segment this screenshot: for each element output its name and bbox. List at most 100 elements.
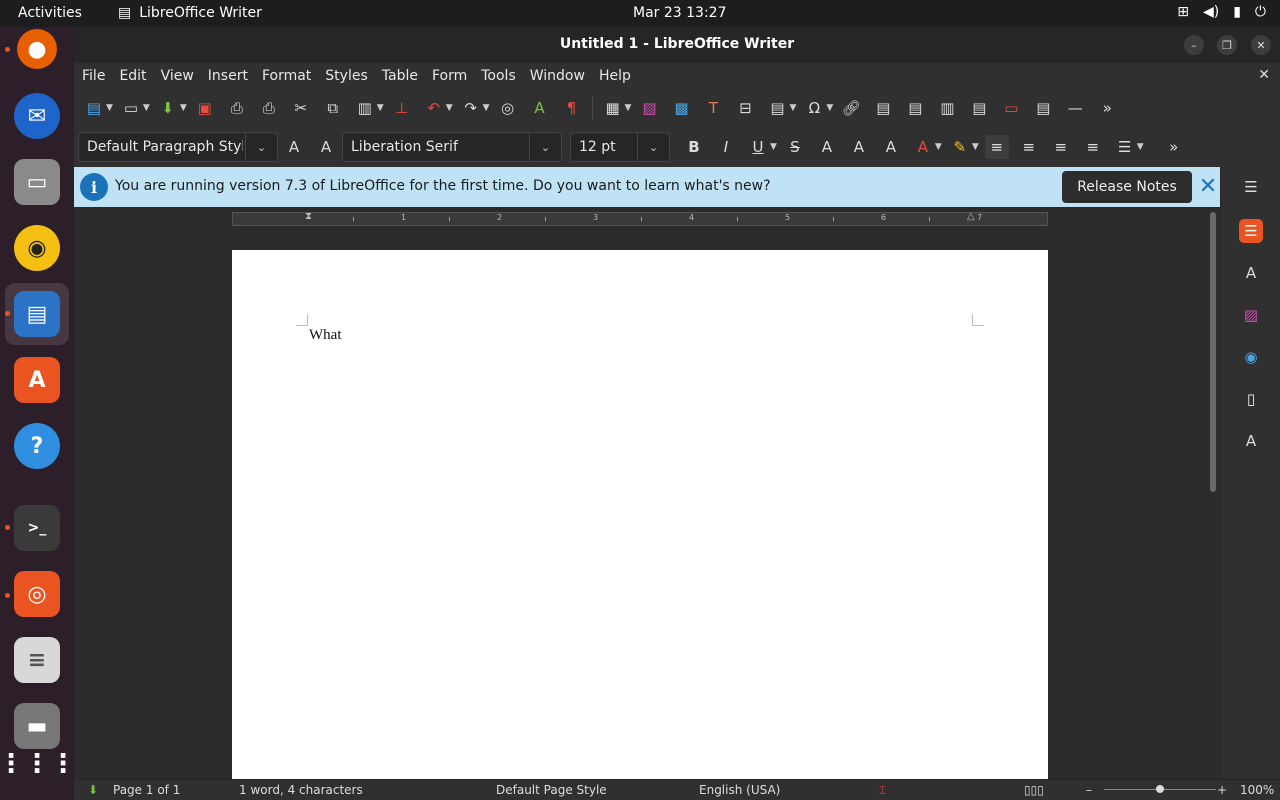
show-apps-icon[interactable]: ⋮⋮⋮ — [0, 741, 76, 787]
view-layout-icon[interactable]: ▯▯▯ — [1024, 783, 1044, 797]
firefox-icon[interactable]: ● — [17, 29, 57, 69]
undo-icon[interactable]: ↶ — [422, 96, 446, 120]
print-icon[interactable]: ⎙ — [225, 96, 249, 120]
spelling-icon[interactable]: A — [528, 96, 552, 120]
chevron-down-icon[interactable]: ▼ — [446, 103, 453, 113]
open-folder-icon[interactable]: ▭ — [119, 96, 143, 120]
justify-icon[interactable]: ≡ — [1081, 135, 1105, 159]
horizontal-ruler[interactable]: 1 2 3 4 5 6 7 ⧗ △ — [232, 211, 1048, 226]
activities-button[interactable]: Activities — [18, 5, 82, 21]
page-icon[interactable]: ▯ — [1239, 387, 1263, 411]
font-size-select[interactable]: 12 pt ⌄ — [570, 132, 670, 162]
endnote-icon[interactable]: ▤ — [903, 96, 927, 120]
cut-icon[interactable]: ✂ — [289, 96, 313, 120]
page-count[interactable]: Page 1 of 1 — [113, 783, 180, 797]
style-inspector-icon[interactable]: A — [1239, 429, 1263, 453]
zoom-in-icon[interactable]: + — [1217, 783, 1227, 797]
new-style-icon[interactable]: A — [314, 135, 338, 159]
align-left-icon[interactable]: ≡ — [984, 135, 1009, 159]
save-status-icon[interactable]: ⬇ — [88, 783, 98, 797]
save-icon[interactable]: ⬇ — [156, 96, 180, 120]
chevron-down-icon[interactable]: ▼ — [106, 103, 113, 113]
highlight-icon[interactable]: ✎ — [948, 135, 972, 159]
zoom-out-icon[interactable]: – — [1086, 783, 1092, 797]
chevron-down-icon[interactable]: ▼ — [789, 103, 796, 113]
export-pdf-icon[interactable]: ▣ — [193, 96, 217, 120]
right-indent-marker[interactable]: △ — [967, 211, 975, 222]
redo-icon[interactable]: ↷ — [459, 96, 483, 120]
volume-icon[interactable]: ◀) — [1203, 4, 1219, 20]
chevron-down-icon[interactable]: ▼ — [1137, 142, 1144, 152]
text-editor-icon[interactable]: ≡ — [14, 637, 60, 683]
more-options-icon[interactable]: » — [1162, 135, 1186, 159]
terminal-icon[interactable]: >_ — [14, 505, 60, 551]
font-name-select[interactable]: Liberation Serif ⌄ — [342, 132, 562, 162]
insert-chart-icon[interactable]: ▩ — [669, 96, 693, 120]
menu-edit[interactable]: Edit — [119, 68, 146, 84]
horizontal-line-icon[interactable]: — — [1063, 96, 1087, 120]
clock[interactable]: Mar 23 13:27 — [633, 5, 726, 21]
footnote-icon[interactable]: ▤ — [871, 96, 895, 120]
word-count[interactable]: 1 word, 4 characters — [239, 783, 363, 797]
document-page[interactable]: What — [232, 250, 1048, 779]
chevron-down-icon[interactable]: ▼ — [770, 142, 777, 152]
page-style-label[interactable]: Default Page Style — [496, 783, 607, 797]
insert-image-icon[interactable]: ▨ — [637, 96, 661, 120]
thunderbird-icon[interactable]: ✉ — [14, 93, 60, 139]
gallery-icon[interactable]: ▨ — [1239, 303, 1263, 327]
insert-table-icon[interactable]: ▦ — [601, 96, 625, 120]
underline-icon[interactable]: U — [746, 135, 770, 159]
menu-form[interactable]: Form — [432, 68, 467, 84]
battery-icon[interactable]: ▮ — [1233, 4, 1241, 20]
app-center-icon[interactable]: A — [14, 357, 60, 403]
system-tray[interactable]: ⊞ ◀) ▮ ⏻ — [1177, 4, 1266, 20]
vertical-scrollbar[interactable] — [1210, 212, 1216, 492]
chevron-down-icon[interactable]: ▼ — [826, 103, 833, 113]
release-notes-button[interactable]: Release Notes — [1062, 171, 1192, 203]
close-icon[interactable]: ✕ — [1196, 174, 1220, 199]
menu-insert[interactable]: Insert — [208, 68, 248, 84]
chevron-down-icon[interactable]: ▼ — [143, 103, 150, 113]
hyperlink-icon[interactable]: 🔗︎ — [839, 96, 863, 120]
chevron-down-icon[interactable]: ⌄ — [529, 133, 561, 161]
menu-view[interactable]: View — [161, 68, 194, 84]
formatting-marks-icon[interactable]: ¶ — [560, 96, 584, 120]
chevron-down-icon[interactable]: ▼ — [625, 103, 632, 113]
special-character-icon[interactable]: Ω — [802, 96, 826, 120]
strikethrough-icon[interactable]: S — [783, 135, 807, 159]
zoom-slider-handle[interactable] — [1156, 785, 1164, 793]
align-center-icon[interactable]: ≡ — [1017, 135, 1041, 159]
clear-formatting-icon[interactable]: A — [879, 135, 903, 159]
list-icon[interactable]: ☰ — [1113, 135, 1137, 159]
ubuntu-icon[interactable]: ◎ — [14, 571, 60, 617]
clone-formatting-icon[interactable]: ⊥ — [390, 96, 414, 120]
sidebar-menu-icon[interactable]: ☰ — [1239, 175, 1263, 199]
left-indent-marker[interactable]: ⧗ — [305, 211, 312, 222]
new-document-icon[interactable]: ▤ — [82, 96, 106, 120]
subscript-icon[interactable]: A — [847, 135, 871, 159]
help-icon[interactable]: ? — [14, 423, 60, 469]
update-style-icon[interactable]: A — [282, 135, 306, 159]
document-area[interactable]: 1 2 3 4 5 6 7 ⧗ △ What — [74, 207, 1220, 779]
power-icon[interactable]: ⏻ — [1255, 4, 1266, 20]
font-color-icon[interactable]: A — [911, 135, 935, 159]
insert-mode-icon[interactable]: ⌶ — [879, 783, 886, 798]
menu-help[interactable]: Help — [599, 68, 631, 84]
files-icon[interactable]: ▭ — [14, 159, 60, 205]
menu-window[interactable]: Window — [530, 68, 585, 84]
rhythmbox-icon[interactable]: ◉ — [14, 225, 60, 271]
styles-icon[interactable]: A — [1239, 261, 1263, 285]
chevron-down-icon[interactable]: ⌄ — [637, 133, 669, 161]
paragraph-style-select[interactable]: Default Paragraph Styl ⌄ — [78, 132, 278, 162]
properties-icon[interactable]: ☰ — [1239, 219, 1263, 243]
comment-icon[interactable]: ▭ — [999, 96, 1023, 120]
chevron-down-icon[interactable]: ▼ — [180, 103, 187, 113]
language-label[interactable]: English (USA) — [699, 783, 780, 797]
maximize-button[interactable]: ❐ — [1217, 35, 1237, 55]
track-changes-icon[interactable]: ▤ — [1031, 96, 1055, 120]
bookmark-icon[interactable]: ▥ — [935, 96, 959, 120]
document-text[interactable]: What — [309, 327, 341, 344]
network-icon[interactable]: ⊞ — [1177, 4, 1189, 20]
align-right-icon[interactable]: ≡ — [1049, 135, 1073, 159]
find-replace-icon[interactable]: ◎ — [496, 96, 520, 120]
